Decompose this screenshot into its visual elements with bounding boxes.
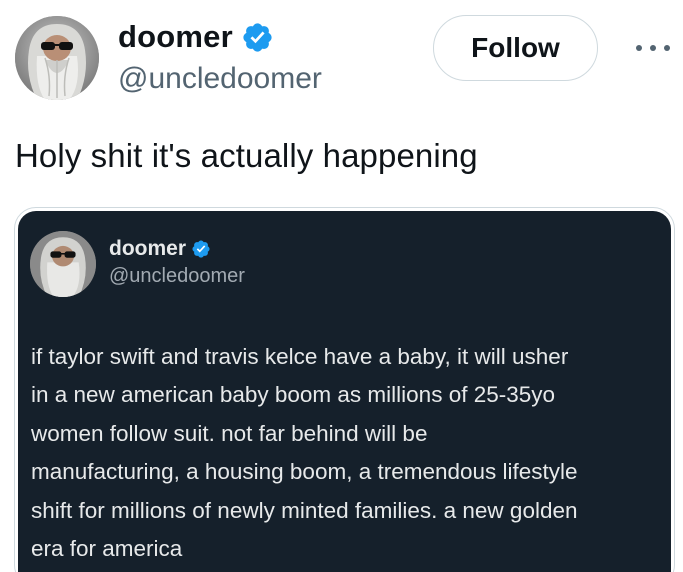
quoted-avatar bbox=[30, 231, 96, 297]
quoted-text-line: women follow suit. not far behind will b… bbox=[31, 420, 428, 446]
quoted-text-line: era for america bbox=[31, 536, 183, 562]
more-dot bbox=[664, 45, 670, 51]
author-handle[interactable]: @uncledoomer bbox=[118, 62, 322, 96]
quoted-tweet-text: if taylor swift and travis kelce have a … bbox=[31, 338, 666, 568]
author-name-row[interactable]: doomer bbox=[118, 16, 274, 58]
more-options-icon[interactable] bbox=[636, 36, 670, 60]
quoted-author-handle: @uncledoomer bbox=[109, 265, 245, 287]
quoted-text-line: manufacturing, a housing boom, a tremend… bbox=[31, 459, 578, 485]
more-dot bbox=[636, 45, 642, 51]
more-dot bbox=[650, 45, 656, 51]
tweet-page: doomer @uncledoomer Follow Holy shit it'… bbox=[0, 0, 683, 572]
quoted-tweet-card[interactable]: doomer @uncledoomer if taylor swift and … bbox=[14, 207, 675, 572]
follow-button[interactable]: Follow bbox=[433, 15, 598, 81]
avatar-image bbox=[15, 16, 99, 100]
quoted-tweet-image: doomer @uncledoomer if taylor swift and … bbox=[18, 211, 671, 572]
quoted-text-line: in a new american baby boom as millions … bbox=[31, 382, 556, 408]
avatar[interactable] bbox=[15, 16, 99, 100]
author-display-name[interactable]: doomer bbox=[118, 19, 233, 55]
quoted-author-name-row: doomer bbox=[109, 237, 211, 261]
quoted-avatar-image bbox=[30, 231, 96, 297]
tweet-text: Holy shit it's actually happening bbox=[15, 137, 478, 174]
verified-badge-icon bbox=[243, 22, 272, 52]
quoted-text-line: if taylor swift and travis kelce have a … bbox=[31, 344, 569, 369]
quoted-author-display-name: doomer bbox=[109, 237, 187, 260]
quoted-text-line: shift for millions of newly minted famil… bbox=[31, 497, 578, 523]
quoted-verified-badge-icon bbox=[192, 240, 210, 258]
